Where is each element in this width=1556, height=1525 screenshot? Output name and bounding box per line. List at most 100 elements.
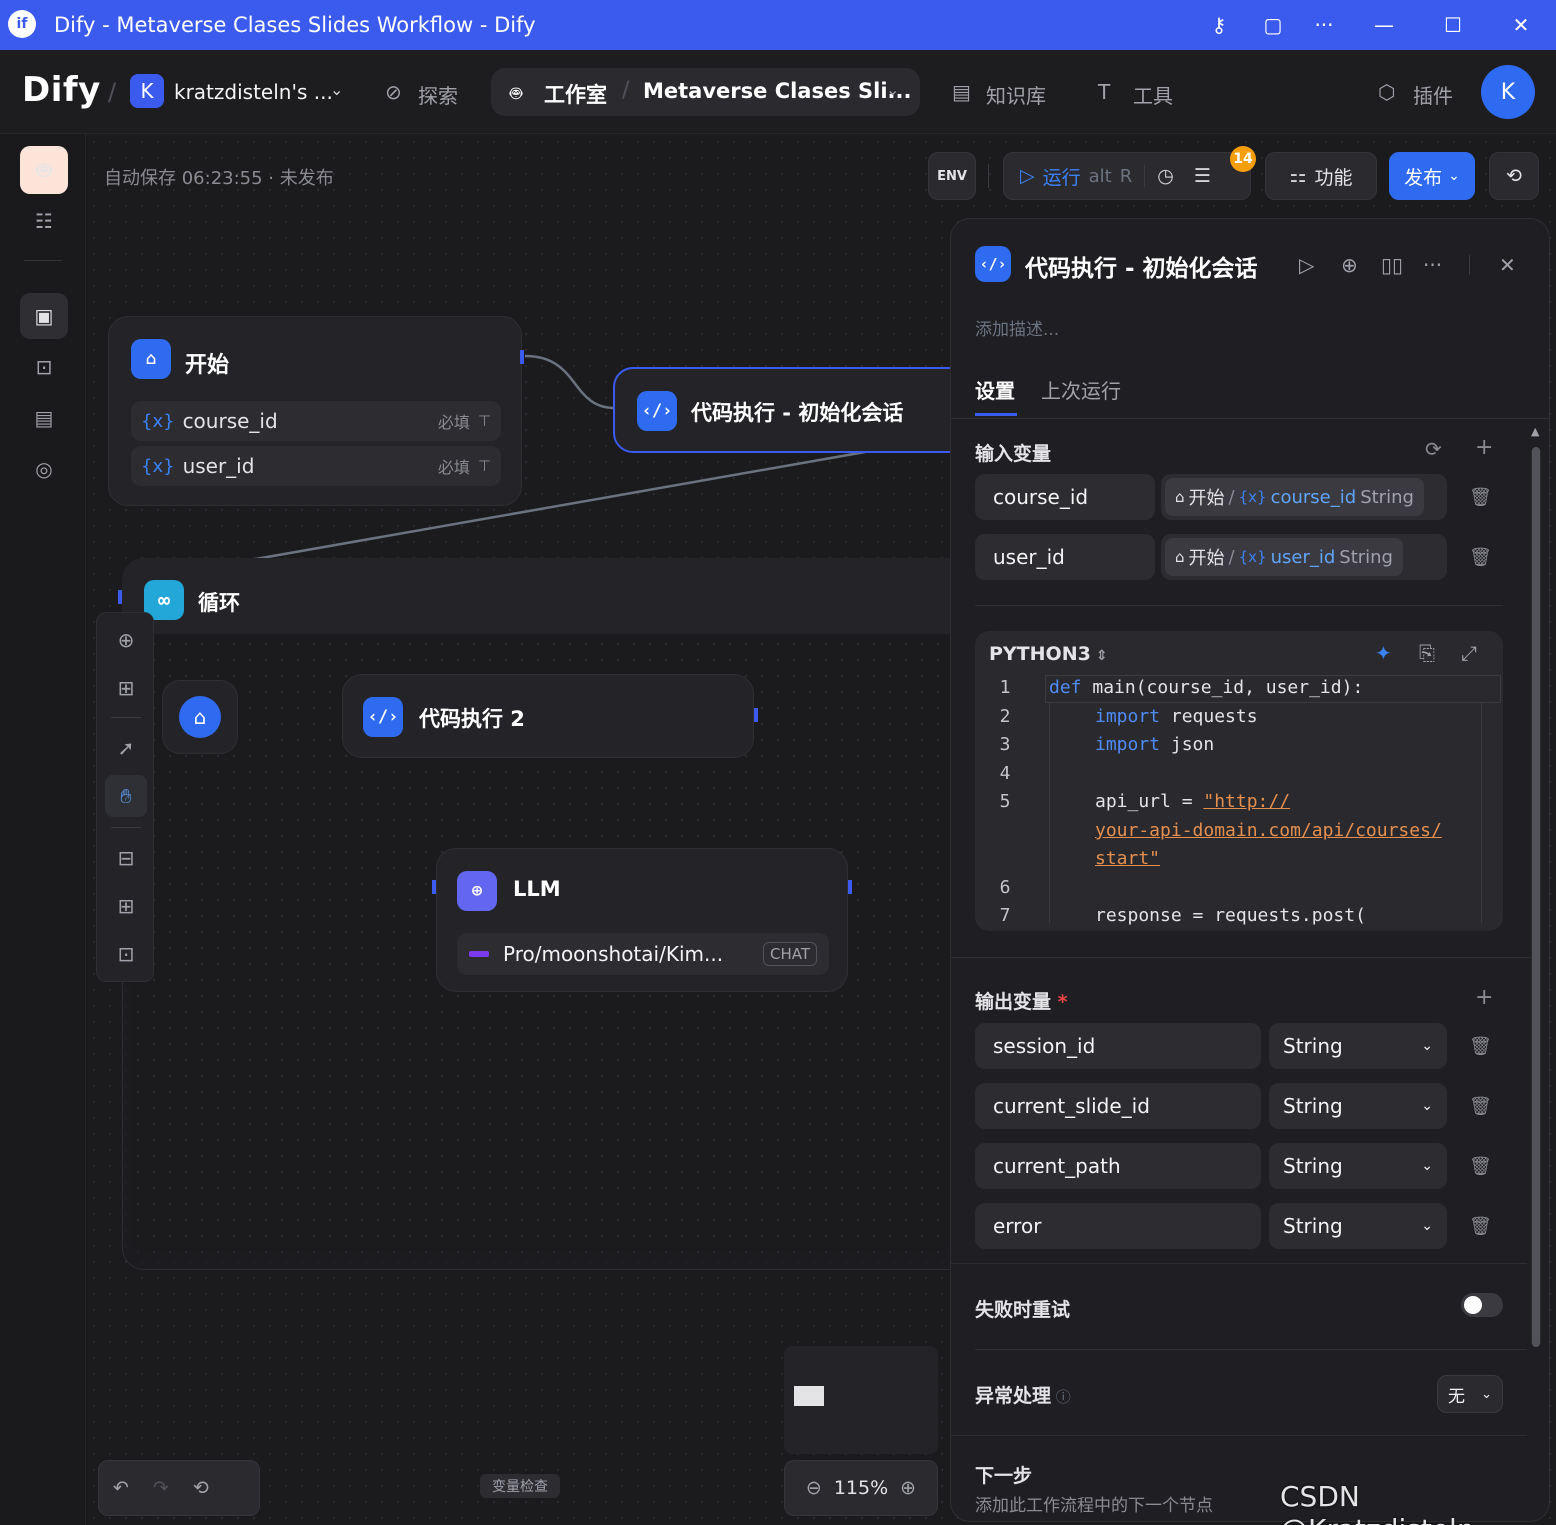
publish-button[interactable]: 发布 ⌄ <box>1389 152 1475 200</box>
zoom-out-icon[interactable]: ⊖ <box>806 1477 822 1499</box>
input-var-name[interactable]: user_id <box>975 534 1155 580</box>
llm-input-handle[interactable] <box>432 880 436 894</box>
copy-icon[interactable]: ⎘ <box>1419 641 1435 665</box>
run-step-icon[interactable]: ▷ <box>1299 253 1314 277</box>
delete-icon[interactable]: 🗑︎ <box>1469 1216 1492 1237</box>
output-type-select[interactable]: String ⌄ <box>1269 1083 1447 1129</box>
export-image-icon[interactable]: ⊟ <box>105 837 147 879</box>
output-type-select[interactable]: String ⌄ <box>1269 1143 1447 1189</box>
minimap-icon[interactable]: ⊡ <box>105 933 147 975</box>
add-output-icon[interactable]: + <box>1475 985 1493 1010</box>
home-icon: ⌂ <box>131 339 171 379</box>
checklist-icon[interactable]: ☰ <box>1194 165 1211 187</box>
description-input[interactable]: 添加描述... <box>975 315 1059 340</box>
play-icon[interactable]: ▷ <box>1020 165 1035 187</box>
llm-node-title: LLM <box>513 877 561 901</box>
panel-title[interactable]: 代码执行 - 初始化会话 <box>1025 249 1258 283</box>
divider <box>111 827 141 828</box>
delete-icon[interactable]: 🗑︎ <box>1469 1036 1492 1057</box>
required-mark: * <box>1051 991 1068 1013</box>
divider <box>988 164 989 188</box>
hand-icon[interactable]: ✋︎ <box>105 775 147 817</box>
start-var-name: course_id <box>182 409 278 433</box>
start-node[interactable]: ⌂ 开始 {x} course_id 必填 ⊤ {x} user_id 必填 ⊤ <box>108 316 522 506</box>
source-type: String <box>1360 486 1414 508</box>
history-run-icon[interactable]: ◷ <box>1157 165 1174 187</box>
add-note-icon[interactable]: ⊞ <box>105 667 147 709</box>
help-circle-icon: ⓘ <box>1051 1388 1071 1406</box>
more-icon[interactable]: ··· <box>1423 253 1442 277</box>
ai-generate-icon[interactable]: ✦ <box>1375 641 1392 665</box>
toggle-knob <box>1464 1296 1482 1314</box>
tab-last-run[interactable]: 上次运行 <box>1041 375 1121 404</box>
panel-scrollbar[interactable] <box>1531 447 1541 1347</box>
code-line: import requests <box>1095 706 1258 727</box>
run-shortcut-key: R <box>1119 165 1133 187</box>
version-history-button[interactable]: ⟲ <box>1489 152 1539 200</box>
close-panel-icon[interactable]: ✕ <box>1499 253 1516 277</box>
tab-settings[interactable]: 设置 <box>975 375 1015 404</box>
start-output-handle[interactable] <box>520 350 524 364</box>
output-type-select[interactable]: String ⌄ <box>1269 1023 1447 1069</box>
env-button[interactable]: ENV <box>928 152 976 200</box>
llm-output-handle[interactable] <box>848 880 852 894</box>
scroll-up-icon[interactable]: ▲ <box>1531 425 1539 438</box>
pointer-icon[interactable]: ➚ <box>105 727 147 769</box>
error-handling-text: 异常处理 <box>975 1385 1052 1407</box>
undo-icon[interactable]: ↶ <box>113 1477 129 1499</box>
text-type-icon: ⊤ <box>477 412 491 430</box>
loop-header <box>122 558 982 634</box>
llm-node[interactable]: ⊕ LLM Pro/moonshotai/Kim... CHAT <box>436 848 848 992</box>
organize-icon[interactable]: ⊞ <box>105 885 147 927</box>
line-number: 1 <box>999 677 1011 698</box>
minimap[interactable] <box>784 1346 938 1454</box>
delete-icon[interactable]: 🗑︎ <box>1469 487 1492 508</box>
output-var-name[interactable]: error <box>975 1203 1261 1249</box>
code2-output-handle[interactable] <box>754 708 758 722</box>
code-string: your-api-domain.com/api/courses/ <box>1095 820 1442 841</box>
delete-icon[interactable]: 🗑︎ <box>1469 1156 1492 1177</box>
input-var-source[interactable]: ⌂ 开始 / {x} user_id String <box>1161 534 1447 580</box>
history-icon[interactable]: ⟲ <box>193 1477 209 1499</box>
redo-icon[interactable]: ↷ <box>153 1477 169 1499</box>
add-node-icon[interactable]: ⊕ <box>105 619 147 661</box>
delete-icon[interactable]: 🗑︎ <box>1469 547 1492 568</box>
retry-toggle[interactable] <box>1461 1293 1503 1317</box>
source-type: String <box>1339 546 1393 568</box>
features-button[interactable]: ⚏ 功能 <box>1265 152 1377 200</box>
output-var-name[interactable]: session_id <box>975 1023 1261 1069</box>
run-button[interactable]: 运行 <box>1043 163 1081 190</box>
code-text: main(course_id, user_id): <box>1081 677 1364 698</box>
code-editor[interactable]: PYTHON3 ⇕ ✦ ⎘ ⤢ 1 def main(course_id, us… <box>975 631 1503 931</box>
refresh-icon[interactable]: ⟳ <box>1425 437 1442 461</box>
delete-icon[interactable]: 🗑︎ <box>1469 1096 1492 1117</box>
output-var-name[interactable]: current_slide_id <box>975 1083 1261 1129</box>
scroll-thumb[interactable] <box>1532 447 1540 1347</box>
chevron-down-icon: ⌄ <box>1481 1386 1492 1402</box>
zoom-in-icon[interactable]: ⊕ <box>900 1477 916 1499</box>
expand-icon[interactable]: ⤢ <box>1461 641 1477 665</box>
docs-icon[interactable]: ▯▯ <box>1381 253 1403 277</box>
add-input-icon[interactable]: + <box>1475 435 1493 460</box>
variable-inspect-button[interactable]: 变量检查 <box>480 1474 560 1498</box>
error-handling-value: 无 <box>1448 1386 1465 1407</box>
error-handling-select[interactable]: 无 ⌄ <box>1437 1375 1503 1413</box>
divider <box>111 717 141 718</box>
help-icon[interactable]: ⊕ <box>1341 253 1358 277</box>
divider <box>1469 255 1470 275</box>
input-var-source[interactable]: ⌂ 开始 / {x} course_id String <box>1161 474 1447 520</box>
chevron-down-icon: ⌄ <box>1448 168 1460 184</box>
variable-reference-tag: ⌂ 开始 / {x} user_id String <box>1165 538 1403 576</box>
code2-node[interactable]: ‹/› 代码执行 2 <box>342 674 754 758</box>
loop-input-handle[interactable] <box>118 590 122 604</box>
divider <box>951 418 1549 419</box>
run-group: ▷ 运行 alt R ◷ ☰ <box>1003 152 1251 200</box>
input-var-name[interactable]: course_id <box>975 474 1155 520</box>
llm-icon: ⊕ <box>457 871 497 911</box>
source-node: 开始 <box>1188 488 1225 509</box>
code-line: response = requests.post( <box>1095 905 1366 926</box>
output-var-name[interactable]: current_path <box>975 1143 1261 1189</box>
zoom-level[interactable]: 115% <box>834 1477 888 1499</box>
language-selector[interactable]: PYTHON3 ⇕ <box>989 643 1107 665</box>
output-type-select[interactable]: String ⌄ <box>1269 1203 1447 1249</box>
